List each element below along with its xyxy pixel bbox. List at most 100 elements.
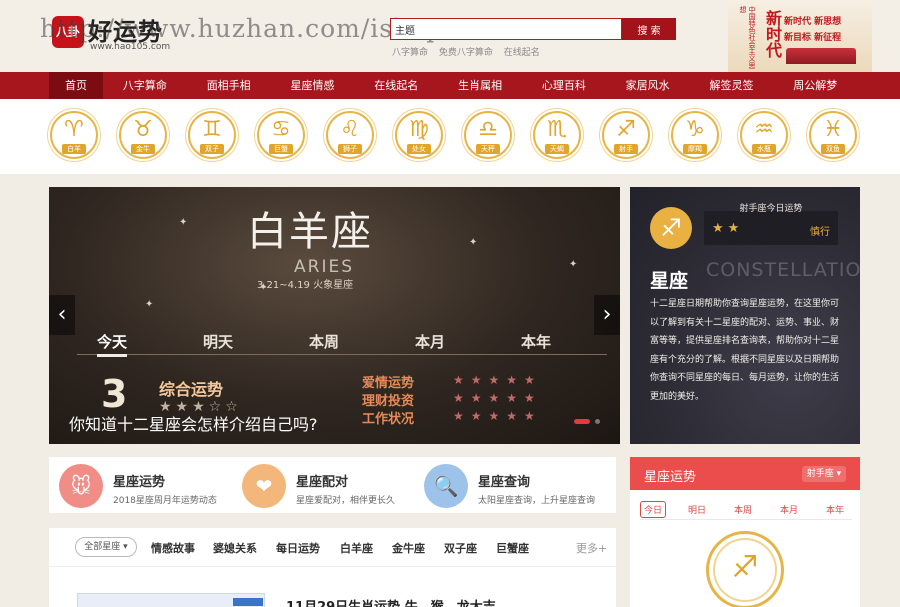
nav-item-zodiac[interactable]: 生肖属相 — [438, 72, 522, 99]
tab-tomorrow[interactable]: 明天 — [203, 331, 233, 352]
feature-lookup[interactable]: 🔍 星座查询 太阳星座查询，上升星座查询 — [416, 464, 596, 510]
feature-desc: 2018星座周月年运势动态 — [113, 496, 217, 506]
tiananmen-graphic — [786, 48, 856, 64]
nav-item-home[interactable]: 首页 — [49, 72, 103, 99]
taurus-icon: ♉ — [133, 117, 153, 142]
tab-year[interactable]: 本年 — [521, 331, 551, 352]
ad-left-text: 中国特色社会主义思想 — [739, 6, 756, 69]
zodiac-leo[interactable]: ♌ 狮子 — [326, 111, 374, 159]
main-nav: 首页 八字算命 面相手相 星座情感 在线起名 生肖属相 心理百科 家居风水 解签… — [0, 72, 900, 99]
leo-icon: ♌ — [340, 117, 360, 142]
category-item[interactable]: 婆媳关系 — [213, 540, 257, 556]
gemini-icon: ♊ — [202, 117, 222, 142]
overall-label: 综合运势 — [159, 380, 224, 399]
feature-horoscope[interactable]: 🐭 星座运势 2018星座周月年运势动态 — [51, 464, 231, 510]
category-item[interactable]: 情感故事 — [151, 540, 195, 556]
feature-title: 星座配对 — [296, 475, 349, 490]
work-stars: ★★★★★ — [453, 409, 542, 423]
category-item[interactable]: 双子座 — [444, 540, 477, 556]
next-arrow-icon[interactable]: › — [594, 295, 620, 335]
hero-caption[interactable]: 你知道十二星座会怎样介绍自己吗? — [69, 411, 318, 435]
zodiac-virgo[interactable]: ♍ 处女 — [395, 111, 443, 159]
nav-item-constellation[interactable]: 星座情感 — [271, 72, 355, 99]
constellation-select[interactable]: 全部星座 ▾ — [75, 537, 137, 557]
zodiac-taurus[interactable]: ♉ 金牛 — [119, 111, 167, 159]
panel-title: 射手座今日运势 — [739, 204, 803, 214]
prev-arrow-icon[interactable]: ‹ — [49, 295, 75, 335]
sign-medal: ♐ — [706, 531, 784, 607]
hero-slider[interactable]: ✦ ✦ ✦ ✦ ✦ 白羊座 ARIES 3.21~4.19 火象星座 今天 明天… — [49, 187, 620, 444]
hot-keywords: 八字算命 免费八字算命 在线起名 — [392, 45, 548, 58]
star-decoration: ✦ — [469, 237, 478, 248]
news-title[interactable]: 11月29日生肖运势 牛、猴、龙大吉 — [286, 596, 496, 607]
zodiac-libra[interactable]: ♎ 天秤 — [464, 111, 512, 159]
sagittarius-icon: ♐ — [616, 117, 636, 142]
hero-period-tabs: 今天 明天 本周 本月 本年 — [77, 327, 607, 357]
zodiac-label: 摩羯 — [683, 144, 707, 154]
scorpio-icon: ♏ — [547, 117, 567, 142]
overall-score: 3 — [101, 372, 128, 416]
libra-icon: ♎ — [478, 117, 498, 142]
slider-dot-active[interactable] — [574, 419, 590, 424]
zodiac-pisces[interactable]: ♓ 双鱼 — [809, 111, 857, 159]
tab-month[interactable]: 本月 — [780, 503, 798, 516]
tab-month[interactable]: 本月 — [415, 331, 445, 352]
nav-item-psychology[interactable]: 心理百科 — [522, 72, 606, 99]
ad-line: 新时代 新思想 — [784, 17, 842, 27]
hotword-link[interactable]: 在线起名 — [504, 48, 540, 58]
zodiac-scorpio[interactable]: ♏ 天蝎 — [533, 111, 581, 159]
zodiac-aries[interactable]: ♈ 白羊 — [50, 111, 98, 159]
category-item[interactable]: 白羊座 — [340, 540, 373, 556]
virgo-icon: ♍ — [409, 117, 429, 142]
category-item[interactable]: 每日运势 — [276, 540, 320, 556]
tab-year[interactable]: 本年 — [826, 503, 844, 516]
fortune-stars: ★★ — [712, 221, 744, 236]
news-thumbnail[interactable] — [77, 593, 265, 607]
search-button[interactable]: 搜 索 — [622, 18, 676, 40]
sign-select[interactable]: 射手座 ▾ — [802, 466, 846, 482]
category-item[interactable]: 巨蟹座 — [496, 540, 529, 556]
zodiac-label: 金牛 — [131, 144, 155, 154]
banner-ad[interactable]: 中国特色社会主义思想 新时代 新时代 新思想 新目标 新征程 — [728, 0, 872, 72]
hotword-link[interactable]: 免费八字算命 — [439, 48, 493, 58]
tab-today[interactable]: 今日 — [640, 501, 667, 518]
aquarius-icon: ♒ — [754, 117, 774, 142]
zodiac-sagittarius[interactable]: ♐ 射手 — [602, 111, 650, 159]
tab-week[interactable]: 本周 — [734, 503, 752, 516]
cancer-icon: ♋ — [271, 117, 291, 142]
nav-item-dreams[interactable]: 周公解梦 — [773, 72, 857, 99]
slider-dot[interactable] — [595, 419, 600, 424]
today-fortune-panel[interactable]: 射手座今日运势 ★★ 慎行 — [704, 204, 838, 245]
love-stars: ★★★★★ — [453, 373, 542, 387]
ad-line: 新目标 新征程 — [784, 33, 842, 43]
hero-title: 白羊座 — [247, 209, 373, 255]
nav-item-bazi[interactable]: 八字算命 — [103, 72, 187, 99]
finance-label: 理财投资 — [362, 394, 415, 409]
nav-item-naming[interactable]: 在线起名 — [354, 72, 438, 99]
zodiac-cancer[interactable]: ♋ 巨蟹 — [257, 111, 305, 159]
search-input[interactable] — [390, 18, 622, 40]
nav-item-face-palm[interactable]: 面相手相 — [187, 72, 271, 99]
zodiac-aquarius[interactable]: ♒ 水瓶 — [740, 111, 788, 159]
english-title: CONSTELLATION — [706, 259, 860, 281]
nav-item-fengshui[interactable]: 家居风水 — [606, 72, 690, 99]
tab-today[interactable]: 今天 — [97, 331, 128, 357]
feature-title: 星座查询 — [478, 475, 531, 490]
zodiac-capricorn[interactable]: ♑ 摩羯 — [671, 111, 719, 159]
tab-week[interactable]: 本周 — [309, 331, 339, 352]
fortune-mood: 慎行 — [810, 227, 830, 238]
sagittarius-icon: ♐ — [731, 550, 759, 585]
zodiac-label: 白羊 — [62, 144, 86, 154]
more-link[interactable]: 更多+ — [576, 540, 607, 556]
nav-item-lots[interactable]: 解签灵签 — [690, 72, 774, 99]
site-header: 八卦 好运势 www.hao105.com http://www.huzhan.… — [0, 0, 900, 72]
category-item[interactable]: 金牛座 — [392, 540, 425, 556]
zodiac-strip: ♈ 白羊 ♉ 金牛 ♊ 双子 ♋ 巨蟹 ♌ 狮子 ♍ 处女 ♎ 天秤 ♏ 天蝎 ♐ 射手 ♑ 摩羯 … — [0, 99, 900, 174]
hotword-link[interactable]: 八字算命 — [392, 48, 428, 58]
aries-icon: ♈ — [64, 117, 84, 142]
feature-matching[interactable]: ❤ 星座配对 星座爱配对，相伴更长久 — [234, 464, 414, 510]
tab-tomorrow[interactable]: 明日 — [688, 503, 706, 516]
card-description: 十二星座日期帮助你查询星座运势，在这里你可以了解到有关十二星座的配对、运势、事业… — [650, 299, 840, 402]
zodiac-gemini[interactable]: ♊ 双子 — [188, 111, 236, 159]
zodiac-label: 射手 — [614, 144, 638, 154]
